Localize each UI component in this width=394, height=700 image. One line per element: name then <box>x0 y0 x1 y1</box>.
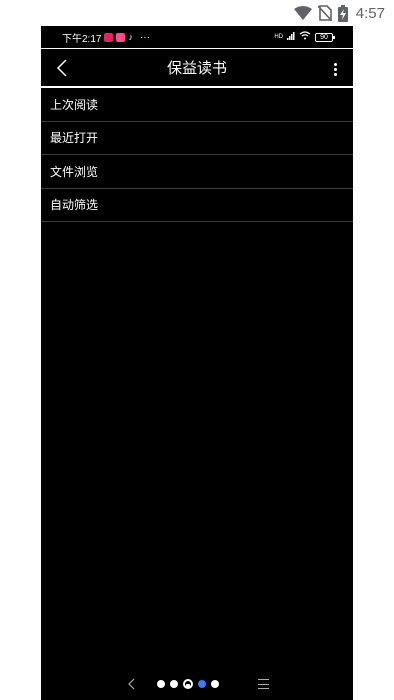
wifi-icon <box>293 6 312 20</box>
outer-status-bar: 4:57 <box>0 0 394 26</box>
notification-app-icon <box>104 32 114 42</box>
chevron-left-icon <box>56 59 67 77</box>
wifi-icon <box>299 31 311 43</box>
menu-item-last-read[interactable]: 上次阅读 <box>41 88 353 122</box>
home-button[interactable] <box>183 679 193 689</box>
no-sim-icon <box>317 5 332 21</box>
menu-item-recent[interactable]: 最近打开 <box>41 122 353 155</box>
network-label: HD <box>274 34 283 40</box>
nav-dot[interactable] <box>157 680 165 688</box>
nav-back-button[interactable] <box>124 676 138 692</box>
more-notifications-icon: ··· <box>139 31 150 43</box>
menu-item-label: 最近打开 <box>50 131 99 146</box>
menu-item-label: 文件浏览 <box>50 164 99 179</box>
nav-dot[interactable] <box>211 680 219 688</box>
chevron-left-icon <box>127 678 134 690</box>
menu-item-label: 上次阅读 <box>50 97 99 112</box>
menu-item-file-browse[interactable]: 文件浏览 <box>41 155 353 189</box>
signal-icon <box>287 31 295 43</box>
system-nav-bar <box>41 670 353 700</box>
page-title: 保益读书 <box>166 58 227 77</box>
nav-dot-active[interactable] <box>198 680 206 688</box>
inner-clock: 下午2:17 <box>62 33 102 45</box>
nav-dots <box>157 679 219 689</box>
notification-app-icon <box>116 32 126 42</box>
battery-charging-icon <box>337 4 348 22</box>
menu-item-auto-filter[interactable]: 自动筛选 <box>41 189 353 222</box>
nav-menu-button[interactable] <box>258 679 269 689</box>
app-header: 保益读书 <box>41 48 353 88</box>
tiktok-icon: ♪ <box>128 32 133 42</box>
back-button[interactable] <box>49 55 75 81</box>
outer-clock: 4:57 <box>355 4 385 22</box>
phone-screen: 下午2:17 ♪ ··· HD 90 保益读书 上次阅读 最近打开 文件浏览 自… <box>41 26 353 700</box>
nav-dot[interactable] <box>170 680 178 688</box>
inner-status-bar: 下午2:17 ♪ ··· HD 90 <box>41 26 353 48</box>
battery-indicator: 90 <box>315 32 335 42</box>
menu-item-label: 自动筛选 <box>50 198 99 213</box>
more-options-button[interactable] <box>325 57 345 81</box>
menu-list: 上次阅读 最近打开 文件浏览 自动筛选 <box>41 88 353 222</box>
